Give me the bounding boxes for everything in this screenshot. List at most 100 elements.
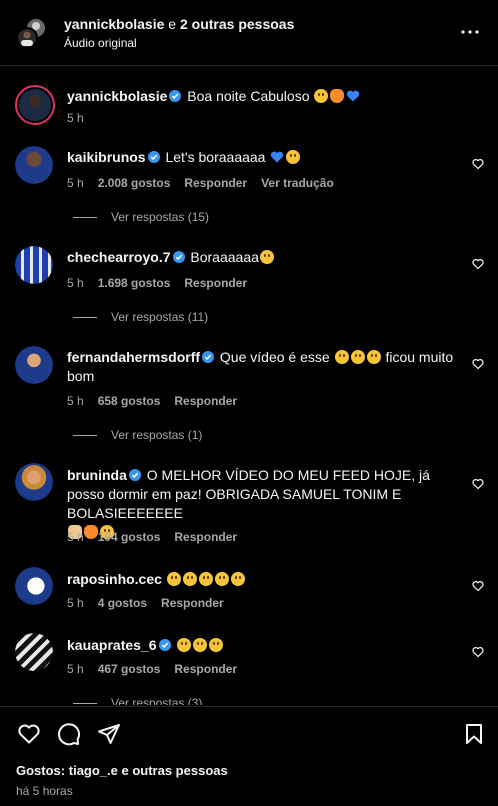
blue-heart-emoji-icon [347, 90, 360, 102]
grin-emoji-icon [366, 350, 381, 364]
view-replies-label[interactable]: Ver respostas (1) [111, 428, 202, 442]
comment-time: 5 h [67, 276, 84, 290]
avatar[interactable] [15, 146, 53, 184]
like-count[interactable]: 658 gostos [98, 394, 161, 408]
likes-others[interactable]: e outras pessoas [122, 763, 228, 778]
view-replies[interactable]: Ver respostas (3) [73, 696, 202, 705]
grin-emoji-icon [198, 572, 213, 586]
replies-divider [73, 435, 97, 437]
bookmark-icon[interactable] [462, 722, 486, 746]
view-replies-label[interactable]: Ver respostas (11) [111, 310, 208, 324]
reply-button[interactable]: Responder [174, 530, 237, 544]
view-replies-label[interactable]: Ver respostas (15) [111, 210, 209, 224]
comment-meta: 5 h 658 gostos Responder [67, 394, 251, 408]
replies-divider [73, 217, 97, 219]
fox-emoji-icon [330, 89, 345, 103]
reply-button[interactable]: Responder [174, 394, 237, 408]
like-count[interactable]: 194 gostos [98, 530, 161, 544]
comment-meta: 5 h 194 gostos Responder [67, 530, 251, 544]
reply-button[interactable]: Responder [174, 662, 237, 676]
grin-emoji-icon [209, 638, 224, 652]
likes-prefix: Gostos: [16, 763, 66, 778]
like-heart-icon[interactable] [472, 478, 484, 490]
like-heart-icon[interactable] [472, 646, 484, 658]
header-conjunction: e [168, 16, 177, 32]
like-count[interactable]: 2.008 gostos [98, 176, 171, 190]
like-heart-icon[interactable] [472, 258, 484, 270]
like-count[interactable]: 1.698 gostos [98, 276, 171, 290]
comment-text: raposinho.cec [67, 570, 459, 589]
replies-divider [73, 703, 97, 705]
header-title[interactable]: yannickbolasie e 2 outras pessoas [64, 16, 294, 32]
like-count[interactable]: 467 gostos [98, 662, 161, 676]
share-paper-plane-icon[interactable] [97, 722, 121, 746]
verified-badge-icon [128, 469, 141, 481]
like-heart-icon[interactable] [472, 580, 484, 592]
header-username[interactable]: yannickbolasie [64, 16, 164, 32]
grimace-emoji-icon [314, 89, 329, 103]
translate-button[interactable]: Ver tradução [261, 176, 334, 190]
comments-list[interactable]: yannickbolasie Boa noite Cabuloso 5 h ka… [0, 67, 498, 705]
comment-meta: 5 h 2.008 gostos Responder Ver tradução [67, 176, 348, 190]
audio-label[interactable]: Áudio original [64, 36, 137, 50]
comment-time: 5 h [67, 176, 84, 190]
post-time: há 5 horas [16, 784, 73, 798]
verified-badge-icon [172, 251, 185, 263]
comment-username[interactable]: raposinho.cec [67, 571, 162, 587]
view-replies[interactable]: Ver respostas (15) [73, 210, 209, 224]
avatar[interactable] [15, 633, 53, 671]
like-count[interactable]: 4 gostos [98, 596, 147, 610]
grin-emoji-icon [193, 638, 208, 652]
more-options-icon[interactable] [460, 24, 480, 40]
reply-button[interactable]: Responder [184, 176, 247, 190]
reply-button[interactable]: Responder [184, 276, 247, 290]
grin-emoji-icon [334, 350, 349, 364]
post-header: yannickbolasie e 2 outras pessoas Áudio … [0, 0, 498, 66]
comment-time: 5 h [67, 111, 84, 125]
grin-emoji-icon [182, 572, 197, 586]
blue-heart-emoji-icon [271, 151, 284, 163]
comment-username[interactable]: chechearroyo.7 [67, 249, 171, 265]
comment-username[interactable]: fernandahermsdorff [67, 349, 200, 365]
verified-badge-icon [202, 351, 215, 363]
comment-username[interactable]: yannickbolasie [67, 88, 167, 104]
like-heart-icon[interactable] [472, 158, 484, 170]
likes-summary[interactable]: Gostos: tiago_.e e outras pessoas [16, 763, 228, 778]
avatar[interactable] [15, 85, 55, 125]
grin-emoji-icon [166, 572, 181, 586]
avatar[interactable] [15, 463, 53, 501]
comment-bubble-icon[interactable] [57, 722, 81, 746]
comment-text: kauaprates_6 [67, 636, 459, 655]
view-replies[interactable]: Ver respostas (11) [73, 310, 208, 324]
comment-username[interactable]: bruninda [67, 467, 127, 483]
reply-button[interactable]: Responder [161, 596, 224, 610]
grin-emoji-icon [214, 572, 229, 586]
replies-divider [73, 317, 97, 319]
comment-body: Let's boraaaaaa [165, 149, 266, 165]
avatar[interactable] [15, 346, 53, 384]
header-others[interactable]: 2 outras pessoas [180, 16, 294, 32]
comment-meta: 5 h 1.698 gostos Responder [67, 276, 261, 290]
likes-username[interactable]: tiago_.e [69, 763, 118, 778]
comment-text: kaikibrunos Let's boraaaaaa [67, 148, 459, 167]
comment-body: Boraaaaaa [190, 249, 259, 265]
comment-time: 5 h [67, 596, 84, 610]
like-heart-icon[interactable] [17, 722, 41, 746]
comment-time: 5 h [67, 662, 84, 676]
comment-username[interactable]: kauaprates_6 [67, 637, 157, 653]
caption-text: yannickbolasie Boa noite Cabuloso [67, 87, 459, 106]
comment-username[interactable]: kaikibrunos [67, 149, 146, 165]
comment-time: 5 h [67, 530, 84, 544]
grin-emoji-icon [350, 350, 365, 364]
comment-body: Boa noite Cabuloso [187, 88, 310, 104]
view-replies-label[interactable]: Ver respostas (3) [111, 696, 202, 705]
view-replies[interactable]: Ver respostas (1) [73, 428, 202, 442]
avatar[interactable] [15, 567, 53, 605]
comment-text: fernandahermsdorff Que vídeo é esse fico… [67, 348, 459, 386]
avatar[interactable] [15, 246, 53, 284]
grin-emoji-icon [230, 572, 245, 586]
collab-avatars[interactable] [16, 17, 48, 49]
comment-meta: 5 h [67, 111, 98, 125]
post-actions-bar: Gostos: tiago_.e e outras pessoas há 5 h… [0, 706, 498, 806]
like-heart-icon[interactable] [472, 358, 484, 370]
